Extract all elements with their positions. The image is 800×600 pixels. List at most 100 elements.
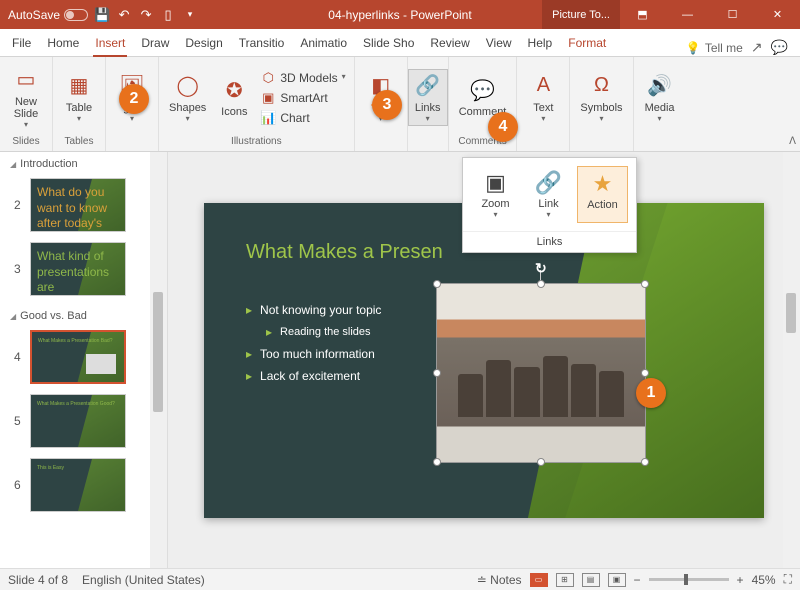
ribbon-options-icon[interactable]: ⬒ <box>620 0 665 29</box>
resize-handle[interactable] <box>433 458 441 466</box>
tab-home[interactable]: Home <box>39 30 87 56</box>
undo-icon[interactable]: ↶ <box>116 7 132 23</box>
resize-handle[interactable] <box>433 369 441 377</box>
tab-design[interactable]: Design <box>177 30 230 56</box>
slide-counter[interactable]: Slide 4 of 8 <box>8 573 68 587</box>
thumbnails-scrollbar[interactable] <box>150 152 167 568</box>
audience-photo <box>437 284 645 462</box>
thumbnail-6[interactable]: This is Easy <box>30 458 126 512</box>
thumbnail-2[interactable]: What do you want to knowafter today's pr… <box>30 178 126 232</box>
chart-icon: 📊 <box>260 110 276 126</box>
section-good-vs-bad[interactable]: Good vs. Bad <box>0 304 167 328</box>
tab-draw[interactable]: Draw <box>133 30 177 56</box>
tell-me-search[interactable]: 💡Tell me <box>686 41 743 55</box>
tab-animations[interactable]: Animatio <box>292 30 355 56</box>
tab-help[interactable]: Help <box>520 30 561 56</box>
callout-3: 3 <box>372 90 402 120</box>
thumbnail-4[interactable]: What Makes a Presentation Bad? <box>30 330 126 384</box>
slide-title[interactable]: What Makes a Presen <box>246 241 443 264</box>
zoom-in-icon[interactable]: + <box>737 573 744 587</box>
resize-handle[interactable] <box>641 369 649 377</box>
resize-handle[interactable] <box>537 280 545 288</box>
cube-icon: ⬡ <box>260 70 276 86</box>
redo-icon[interactable]: ↷ <box>138 7 154 23</box>
hyperlink-icon: 🔗 <box>535 170 562 196</box>
slide-thumbnails: Introduction 2 What do you want to knowaf… <box>0 152 168 568</box>
tab-slideshow[interactable]: Slide Sho <box>355 30 422 56</box>
resize-handle[interactable] <box>433 280 441 288</box>
action-button[interactable]: ★Action <box>577 166 628 223</box>
maximize-button[interactable]: ☐ <box>710 0 755 29</box>
shapes-button[interactable]: ◯Shapes▾ <box>165 70 210 125</box>
zoom-level[interactable]: 45% <box>752 573 776 587</box>
comment-icon: 💬 <box>470 76 495 104</box>
save-icon[interactable]: 💾 <box>94 7 110 23</box>
3d-models-button[interactable]: ⬡3D Models ▾ <box>258 69 347 87</box>
resize-handle[interactable] <box>641 280 649 288</box>
normal-view-icon[interactable]: ▭ <box>530 573 548 587</box>
ribbon-tabs: File Home Insert Draw Design Transitio A… <box>0 29 800 57</box>
thumb-num-3: 3 <box>14 262 24 276</box>
links-dropdown: ▣Zoom▾ 🔗Link▾ ★Action Links <box>462 157 637 253</box>
vertical-scrollbar[interactable] <box>783 152 800 568</box>
slide-bullets[interactable]: Not knowing your topic Reading the slide… <box>246 303 381 391</box>
text-button[interactable]: AText▾ <box>523 70 563 125</box>
autosave-toggle[interactable]: AutoSave <box>8 8 88 22</box>
thumbnail-3[interactable]: What kind of presentations areyou giving… <box>30 242 126 296</box>
tab-file[interactable]: File <box>4 30 39 56</box>
context-tab-picture[interactable]: Picture To... <box>542 0 620 29</box>
workspace: Introduction 2 What do you want to knowaf… <box>0 152 800 568</box>
close-button[interactable]: ✕ <box>755 0 800 29</box>
tab-insert[interactable]: Insert <box>87 30 133 56</box>
star-icon: ★ <box>593 171 613 197</box>
qat-more-icon[interactable]: ▾ <box>182 7 198 23</box>
tab-transitions[interactable]: Transitio <box>231 30 293 56</box>
section-introduction[interactable]: Introduction <box>0 152 167 176</box>
thumbnail-5[interactable]: What Makes a Presentation Good? <box>30 394 126 448</box>
links-button[interactable]: 🔗Links▾ <box>408 69 448 126</box>
minimize-button[interactable]: — <box>665 0 710 29</box>
document-title: 04-hyperlinks - PowerPoint <box>328 8 471 22</box>
collapse-ribbon-icon[interactable]: ᐱ <box>789 136 796 147</box>
tab-review[interactable]: Review <box>422 30 477 56</box>
chart-button[interactable]: 📊Chart <box>258 109 347 127</box>
zoom-link-button[interactable]: ▣Zoom▾ <box>471 166 520 223</box>
link-button[interactable]: 🔗Link▾ <box>524 166 573 223</box>
bullet-3: Too much information <box>246 347 381 361</box>
start-slideshow-icon[interactable]: ▯ <box>160 7 176 23</box>
speaker-icon: 🔊 <box>647 72 672 100</box>
sorter-view-icon[interactable]: ⊞ <box>556 573 574 587</box>
rotate-handle[interactable] <box>535 260 547 272</box>
selected-image[interactable] <box>436 283 646 463</box>
statusbar: Slide 4 of 8 English (United States) ≐ N… <box>0 568 800 590</box>
new-slide-button[interactable]: ▭New Slide▾ <box>6 64 46 131</box>
group-illustrations-label: Illustrations <box>165 136 348 149</box>
zoom-slider[interactable] <box>649 578 729 581</box>
comments-icon[interactable]: 💬 <box>771 39 788 56</box>
share-icon[interactable]: ↗ <box>751 39 763 56</box>
smartart-button[interactable]: ▣SmartArt <box>258 89 347 107</box>
tab-format[interactable]: Format <box>560 30 614 56</box>
notes-button[interactable]: ≐ Notes <box>477 573 522 587</box>
zoom-out-icon[interactable]: − <box>634 573 641 587</box>
resize-handle[interactable] <box>537 458 545 466</box>
resize-handle[interactable] <box>641 458 649 466</box>
table-button[interactable]: ▦Table▾ <box>59 70 99 125</box>
reading-view-icon[interactable]: ▤ <box>582 573 600 587</box>
dropdown-footer: Links <box>463 231 636 252</box>
omega-icon: Ω <box>594 72 609 100</box>
slideshow-view-icon[interactable]: ▣ <box>608 573 626 587</box>
fit-window-icon[interactable]: ⛶ <box>784 572 792 587</box>
symbols-button[interactable]: ΩSymbols▾ <box>576 70 626 125</box>
media-button[interactable]: 🔊Media▾ <box>640 70 680 125</box>
lightbulb-icon: 💡 <box>686 41 701 55</box>
new-slide-icon: ▭ <box>17 66 36 94</box>
tab-view[interactable]: View <box>478 30 520 56</box>
bullet-4: Lack of excitement <box>246 369 381 383</box>
titlebar: AutoSave 💾 ↶ ↷ ▯ ▾ 04-hyperlinks - Power… <box>0 0 800 29</box>
language-status[interactable]: English (United States) <box>82 573 205 587</box>
thumb-num-2: 2 <box>14 198 24 212</box>
icons-button[interactable]: ✪Icons <box>214 74 254 120</box>
thumb-num-4: 4 <box>14 350 24 364</box>
thumb-num-5: 5 <box>14 414 24 428</box>
